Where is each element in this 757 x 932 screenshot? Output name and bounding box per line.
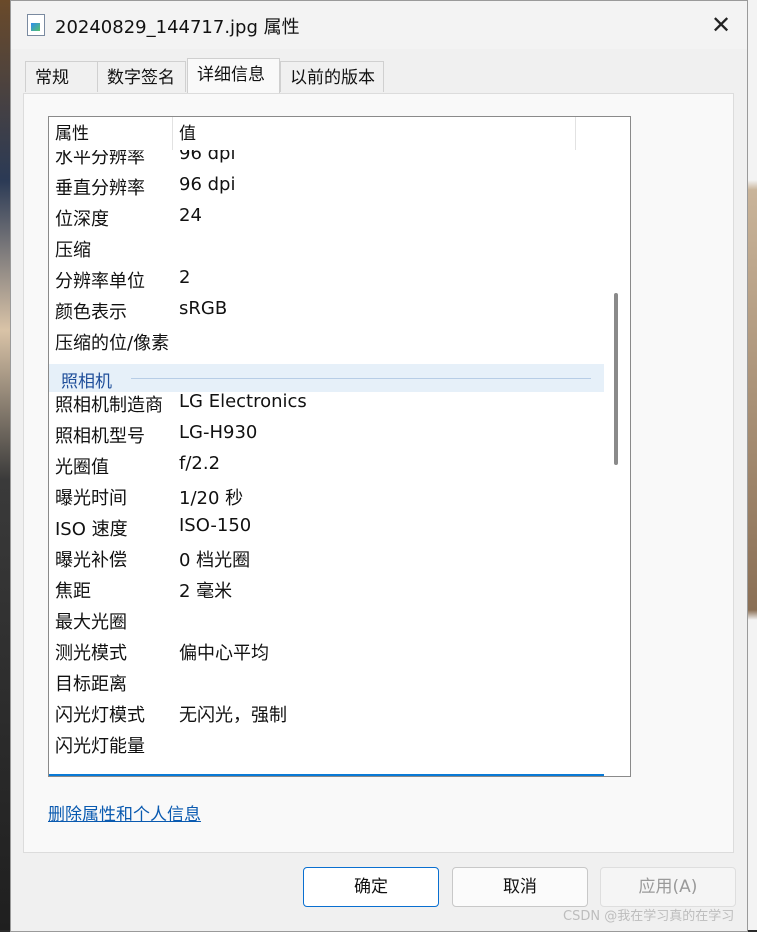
property-row[interactable]: 35mm 焦距 <box>49 774 604 776</box>
property-name: 测光模式 <box>55 643 127 664</box>
property-name: 分辨率单位 <box>55 271 145 292</box>
property-row[interactable]: 目标距离 <box>49 666 604 697</box>
tab-general[interactable]: 常规 <box>25 61 98 92</box>
list-header: 属性 值 <box>49 117 576 150</box>
property-name: 光圈值 <box>55 457 109 478</box>
property-row[interactable]: 闪光灯模式 无闪光，强制 <box>49 697 604 728</box>
property-name: 颜色表示 <box>55 302 127 323</box>
property-row[interactable]: 压缩 <box>49 232 604 263</box>
property-name: 闪光灯模式 <box>55 705 145 726</box>
property-value: 偏中心平均 <box>179 643 269 664</box>
property-row[interactable]: 光圈值 f/2.2 <box>49 449 604 480</box>
watermark-text: CSDN @我在学习真的在学习 <box>563 909 735 924</box>
title-bar: 20240829_144717.jpg 属性 ✕ <box>11 1 747 49</box>
window-title: 20240829_144717.jpg 属性 <box>55 17 300 38</box>
property-row[interactable]: 压缩的位/像素 <box>49 325 604 356</box>
property-value: ISO-150 <box>179 515 252 536</box>
property-name: 压缩的位/像素 <box>55 333 170 354</box>
properties-list[interactable]: 水平分辨率 96 dpi 垂直分辨率 96 dpi 位深度 24 压缩 分辨率单位 2 颜色表示 s… <box>48 116 631 777</box>
property-name: 目标距离 <box>55 674 127 695</box>
ok-button[interactable]: 确定 <box>303 867 439 907</box>
property-value: 2 <box>179 267 191 288</box>
remove-properties-link[interactable]: 删除属性和个人信息 <box>48 800 201 825</box>
column-header-property[interactable]: 属性 <box>49 117 173 150</box>
tab-previous-versions[interactable]: 以前的版本 <box>280 61 384 92</box>
property-name: 最大光圈 <box>55 612 127 633</box>
property-row[interactable]: 曝光时间 1/20 秒 <box>49 480 604 511</box>
properties-dialog: 20240829_144717.jpg 属性 ✕ 常规 数字签名 详细信息 以前… <box>10 0 748 932</box>
property-value: f/2.2 <box>179 453 221 474</box>
vertical-scrollbar-thumb[interactable] <box>614 293 618 465</box>
group-divider-line <box>131 378 591 379</box>
property-value: 0 档光圈 <box>179 550 251 571</box>
property-name: 压缩 <box>55 240 91 261</box>
property-name: ISO 速度 <box>55 519 128 540</box>
property-row[interactable]: 位深度 24 <box>49 201 604 232</box>
image-file-icon <box>27 14 45 36</box>
property-value: LG Electronics <box>179 391 307 412</box>
property-name: 焦距 <box>55 581 91 602</box>
property-value: 24 <box>179 205 202 226</box>
apply-button[interactable]: 应用(A) <box>600 867 736 907</box>
property-name: 垂直分辨率 <box>55 178 145 199</box>
property-name: 曝光时间 <box>55 488 127 509</box>
property-value: LG-H930 <box>179 422 258 443</box>
property-row[interactable]: 最大光圈 <box>49 604 604 635</box>
property-row[interactable]: 颜色表示 sRGB <box>49 294 604 325</box>
property-name: 照相机制造商 <box>55 395 163 416</box>
property-value: 无闪光，强制 <box>179 705 287 726</box>
property-row[interactable]: 闪光灯能量 <box>49 728 604 759</box>
tab-digital-signatures[interactable]: 数字签名 <box>97 61 186 92</box>
property-row[interactable]: 测光模式 偏中心平均 <box>49 635 604 666</box>
tab-details[interactable]: 详细信息 <box>187 58 280 93</box>
property-row[interactable]: ISO 速度 ISO-150 <box>49 511 604 542</box>
properties-list-body: 水平分辨率 96 dpi 垂直分辨率 96 dpi 位深度 24 压缩 分辨率单位 2 颜色表示 s… <box>49 139 609 776</box>
property-value: sRGB <box>179 298 228 319</box>
property-name: 位深度 <box>55 209 109 230</box>
property-row[interactable]: 照相机型号 LG-H930 <box>49 418 604 449</box>
close-button[interactable]: ✕ <box>701 7 741 43</box>
cancel-button[interactable]: 取消 <box>452 867 588 907</box>
property-name: 曝光补偿 <box>55 550 127 571</box>
property-row[interactable]: 垂直分辨率 96 dpi <box>49 170 604 201</box>
details-panel: 水平分辨率 96 dpi 垂直分辨率 96 dpi 位深度 24 压缩 分辨率单位 2 颜色表示 s… <box>23 93 734 853</box>
property-value: 1/20 秒 <box>179 488 244 509</box>
column-header-value[interactable]: 值 <box>173 117 576 150</box>
property-row[interactable]: 照相机制造商 LG Electronics <box>49 387 604 418</box>
property-value: 96 dpi <box>179 174 236 195</box>
property-name: 闪光灯能量 <box>55 736 145 757</box>
property-value: 2 毫米 <box>179 581 233 602</box>
property-name: 照相机型号 <box>55 426 145 447</box>
property-row[interactable]: 分辨率单位 2 <box>49 263 604 294</box>
property-row[interactable]: 焦距 2 毫米 <box>49 573 604 604</box>
property-row[interactable]: 曝光补偿 0 档光圈 <box>49 542 604 573</box>
